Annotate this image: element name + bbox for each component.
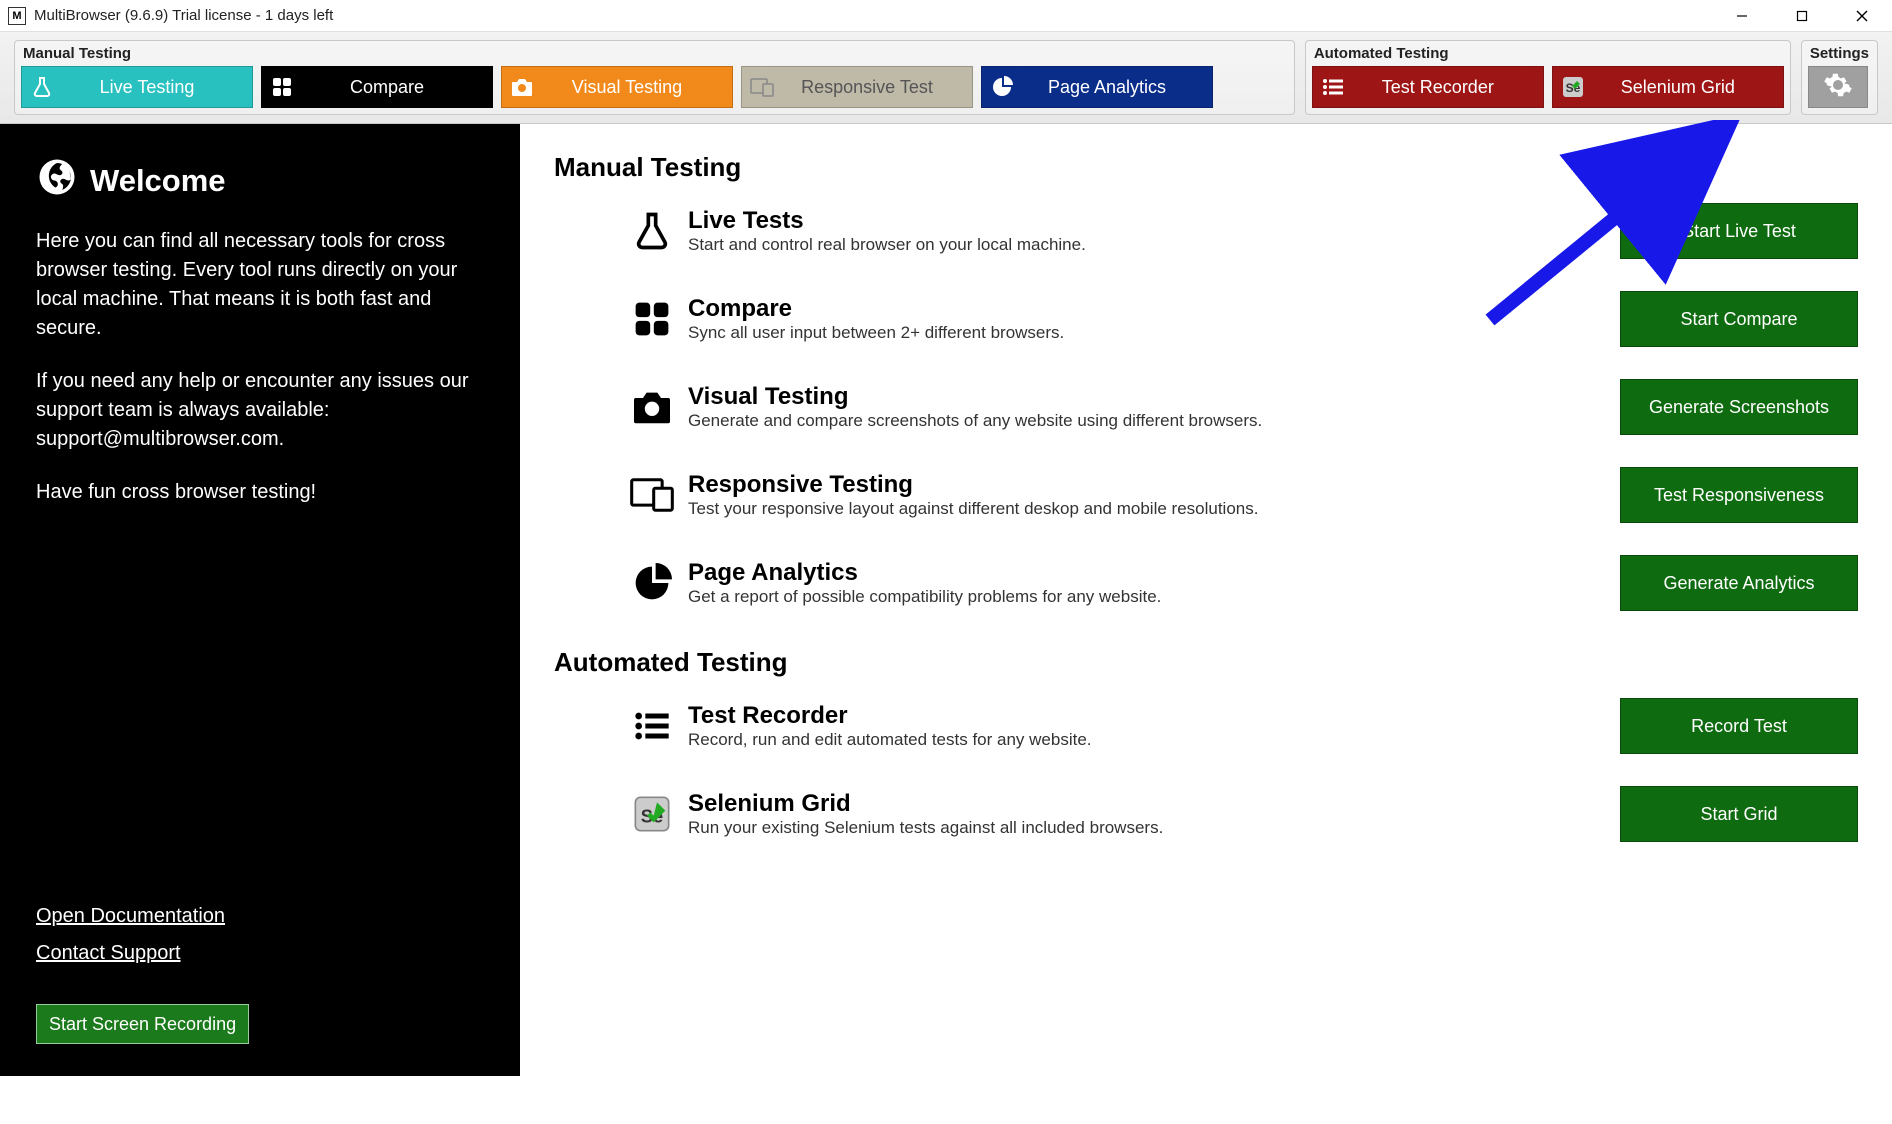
main-panel: Manual Testing Live Tests Start and cont… bbox=[520, 124, 1892, 1076]
close-button[interactable] bbox=[1832, 0, 1892, 32]
ribbon-btn-visual-testing[interactable]: Visual Testing bbox=[501, 66, 733, 108]
feature-desc: Get a report of possible compatibility p… bbox=[688, 587, 1600, 607]
camera-icon bbox=[502, 77, 542, 97]
welcome-text-2: If you need any help or encounter any is… bbox=[36, 367, 484, 454]
pie-chart-icon bbox=[982, 76, 1022, 98]
feature-desc: Record, run and edit automated tests for… bbox=[688, 730, 1600, 750]
feature-title: Visual Testing bbox=[688, 383, 1600, 411]
feature-desc: Start and control real browser on your l… bbox=[688, 235, 1600, 255]
feature-title: Page Analytics bbox=[688, 559, 1600, 587]
app-icon: M bbox=[8, 7, 26, 25]
feature-desc: Sync all user input between 2+ different… bbox=[688, 323, 1600, 343]
flask-icon bbox=[22, 75, 62, 99]
pie-chart-icon bbox=[624, 563, 680, 603]
ribbon-btn-responsive-test[interactable]: Responsive Test bbox=[741, 66, 973, 108]
contact-support-link[interactable]: Contact Support bbox=[36, 939, 484, 968]
list-icon bbox=[624, 709, 680, 743]
titlebar: M MultiBrowser (9.6.9) Trial license - 1… bbox=[0, 0, 1892, 32]
ribbon-group-automated: Automated Testing Test Recorder Se Selen… bbox=[1305, 40, 1791, 115]
maximize-button[interactable] bbox=[1772, 0, 1832, 32]
window-title: MultiBrowser (9.6.9) Trial license - 1 d… bbox=[34, 7, 333, 24]
start-screen-recording-button[interactable]: Start Screen Recording bbox=[36, 1004, 249, 1044]
list-icon bbox=[1313, 77, 1353, 97]
grid-icon bbox=[262, 76, 302, 98]
ribbon-btn-selenium-grid[interactable]: Se Selenium Grid bbox=[1552, 66, 1784, 108]
ribbon-label-automated: Automated Testing bbox=[1312, 45, 1784, 66]
ribbon-label-settings: Settings bbox=[1808, 45, 1871, 66]
feature-row-selenium: Se Selenium Grid Run your existing Selen… bbox=[554, 786, 1858, 842]
feature-row-analytics: Page Analytics Get a report of possible … bbox=[554, 555, 1858, 611]
selenium-icon: Se bbox=[624, 794, 680, 834]
feature-title: Live Tests bbox=[688, 207, 1600, 235]
record-test-button[interactable]: Record Test bbox=[1620, 698, 1858, 754]
automated-testing-heading: Automated Testing bbox=[554, 647, 1858, 678]
ribbon-btn-page-analytics[interactable]: Page Analytics bbox=[981, 66, 1213, 108]
start-live-test-button[interactable]: Start Live Test bbox=[1620, 203, 1858, 259]
grid-icon bbox=[624, 299, 680, 339]
manual-testing-heading: Manual Testing bbox=[554, 152, 1858, 183]
welcome-heading: Welcome bbox=[90, 159, 226, 204]
feature-row-responsive: Responsive Testing Test your responsive … bbox=[554, 467, 1858, 523]
settings-button[interactable] bbox=[1808, 66, 1868, 108]
feature-title: Compare bbox=[688, 295, 1600, 323]
start-compare-button[interactable]: Start Compare bbox=[1620, 291, 1858, 347]
ribbon: Manual Testing Live Testing Compare Visu… bbox=[0, 32, 1892, 124]
feature-row-compare: Compare Sync all user input between 2+ d… bbox=[554, 291, 1858, 347]
sidebar: Welcome Here you can find all necessary … bbox=[0, 124, 520, 1076]
open-documentation-link[interactable]: Open Documentation bbox=[36, 902, 484, 931]
welcome-text-1: Here you can find all necessary tools fo… bbox=[36, 227, 484, 343]
feature-title: Test Recorder bbox=[688, 702, 1600, 730]
ribbon-btn-test-recorder[interactable]: Test Recorder bbox=[1312, 66, 1544, 108]
ribbon-group-settings: Settings bbox=[1801, 40, 1878, 115]
feature-row-recorder: Test Recorder Record, run and edit autom… bbox=[554, 698, 1858, 754]
devices-icon bbox=[742, 77, 782, 97]
devices-icon bbox=[624, 477, 680, 513]
ribbon-group-manual: Manual Testing Live Testing Compare Visu… bbox=[14, 40, 1295, 115]
feature-desc: Generate and compare screenshots of any … bbox=[688, 411, 1600, 431]
start-grid-button[interactable]: Start Grid bbox=[1620, 786, 1858, 842]
feature-row-visual: Visual Testing Generate and compare scre… bbox=[554, 379, 1858, 435]
generate-screenshots-button[interactable]: Generate Screenshots bbox=[1620, 379, 1858, 435]
feature-desc: Test your responsive layout against diff… bbox=[688, 499, 1600, 519]
gear-icon bbox=[1823, 70, 1853, 105]
feature-title: Responsive Testing bbox=[688, 471, 1600, 499]
minimize-button[interactable] bbox=[1712, 0, 1772, 32]
feature-row-live: Live Tests Start and control real browse… bbox=[554, 203, 1858, 259]
globe-icon bbox=[36, 156, 78, 207]
flask-icon bbox=[624, 209, 680, 253]
feature-title: Selenium Grid bbox=[688, 790, 1600, 818]
test-responsiveness-button[interactable]: Test Responsiveness bbox=[1620, 467, 1858, 523]
welcome-text-3: Have fun cross browser testing! bbox=[36, 478, 484, 507]
camera-icon bbox=[624, 389, 680, 425]
generate-analytics-button[interactable]: Generate Analytics bbox=[1620, 555, 1858, 611]
feature-desc: Run your existing Selenium tests against… bbox=[688, 818, 1600, 838]
ribbon-btn-compare[interactable]: Compare bbox=[261, 66, 493, 108]
selenium-icon: Se bbox=[1553, 75, 1593, 99]
ribbon-btn-live-testing[interactable]: Live Testing bbox=[21, 66, 253, 108]
ribbon-label-manual: Manual Testing bbox=[21, 45, 1288, 66]
